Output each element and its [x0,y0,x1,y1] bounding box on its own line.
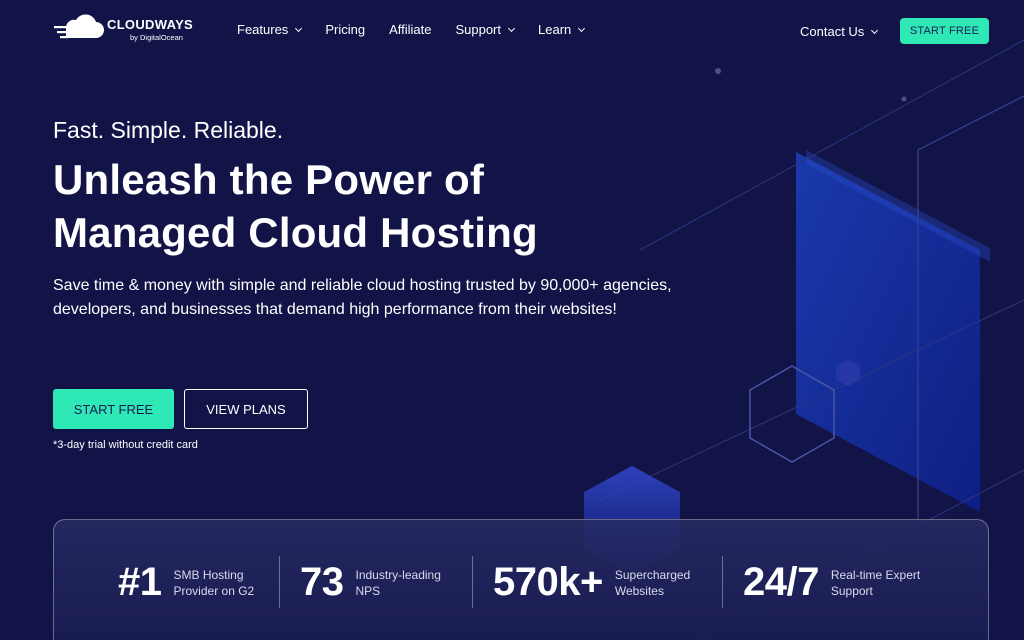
stat-value: 24/7 [743,560,819,604]
nav-item-support[interactable]: Support [455,22,516,37]
nav-item-pricing[interactable]: Pricing [325,22,365,37]
stat-value: 570k+ [493,560,603,604]
stat-value: #1 [118,560,162,604]
headline-line-1: Unleash the Power of [53,156,485,203]
stat-item: 73 Industry-leading NPS [300,560,456,605]
contact-us-menu[interactable]: Contact Us [800,24,879,39]
stat-divider [472,556,473,608]
contact-us-label: Contact Us [800,24,865,39]
brand-name: CLOUDWAYS [107,17,194,32]
stat-item: 570k+ Supercharged Websites [493,560,710,605]
stat-label: SMB Hosting Provider on G2 [173,567,255,598]
nav-start-free-button[interactable]: START FREE [900,18,989,44]
stat-item: #1 SMB Hosting Provider on G2 [118,560,284,605]
nav-item-label: Support [455,22,502,37]
nav-item-label: Affiliate [389,22,432,37]
chevron-down-icon [871,26,879,34]
stat-value: 73 [300,560,344,604]
view-plans-button[interactable]: VIEW PLANS [184,389,308,429]
stat-item: 24/7 Real-time Expert Support [743,560,926,605]
nav-item-label: Learn [538,22,572,37]
stats-panel: #1 SMB Hosting Provider on G2 73 Industr… [53,519,989,640]
stat-divider [722,556,723,608]
hero-tagline: Fast. Simple. Reliable. [53,117,284,143]
chevron-down-icon [578,24,586,32]
headline-line-2: Managed Cloud Hosting [53,209,538,256]
hero-headline: Unleash the Power of Managed Cloud Hosti… [53,153,673,259]
nav-item-label: Features [237,22,289,37]
stat-label: Supercharged Websites [614,567,691,598]
stat-label: Real-time Expert Support [830,567,921,598]
trial-note: *3-day trial without credit card [53,439,198,451]
cloudways-logo-icon [54,14,104,39]
top-navigation: CLOUDWAYS by DigitalOcean Features Prici… [0,0,1024,64]
hero-description: Save time & money with simple and reliab… [53,277,672,318]
chevron-down-icon [295,24,303,32]
nav-item-features[interactable]: Features [237,22,303,37]
brand-sub: by DigitalOcean [130,33,183,42]
nav-links: Features Pricing Affiliate Support Learn [237,22,608,37]
chevron-down-icon [507,24,516,32]
nav-item-learn[interactable]: Learn [538,22,586,37]
nav-item-label: Pricing [325,22,366,37]
start-free-button[interactable]: START FREE [53,389,174,429]
cloudways-logo[interactable]: CLOUDWAYS by DigitalOcean [52,14,202,48]
stat-label: Industry-leading NPS [355,567,441,598]
nav-item-affiliate[interactable]: Affiliate [389,22,431,37]
stat-divider [279,556,280,608]
